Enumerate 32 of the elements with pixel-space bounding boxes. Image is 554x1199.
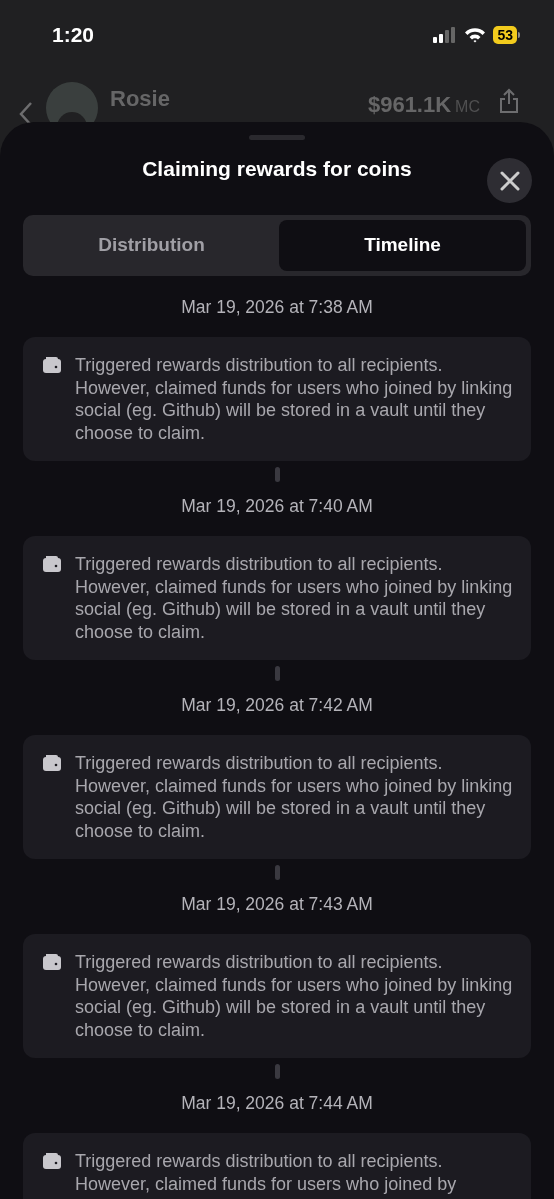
timeline-date: Mar 19, 2026 at 7:44 AM — [181, 1093, 373, 1113]
battery-level: 53 — [493, 26, 517, 44]
sheet-title: Claiming rewards for coins — [142, 156, 412, 183]
share-icon[interactable] — [498, 88, 520, 114]
timeline-connector — [274, 865, 280, 880]
timeline-date: Mar 19, 2026 at 7:42 AM — [181, 695, 373, 715]
tab[interactable]: Timeline — [279, 220, 526, 271]
timeline-message: Triggered rewards distribution to all recipients. However, claimed funds for users who joined by linking social (eg. Github) will be stored in a vault until they choose to claim. — [75, 354, 514, 444]
timeline-date: Mar 19, 2026 at 7:38 AM — [181, 297, 373, 317]
timeline-connector — [274, 666, 280, 681]
wifi-icon — [464, 27, 487, 43]
close-button[interactable] — [487, 158, 532, 203]
timeline-connector — [274, 467, 280, 482]
wallet-icon — [43, 556, 61, 572]
status-time: 1:20 — [52, 22, 95, 49]
timeline-message: Triggered rewards distribution to all recipients. However, claimed funds for users who joined by linking social (eg. Github) will be stored in a vault until they choose to claim. — [75, 553, 514, 643]
wallet-icon — [43, 755, 61, 771]
signal-icon — [433, 27, 458, 43]
coin-name: Rosie — [110, 85, 170, 113]
timeline-connector — [274, 1064, 280, 1079]
drag-handle[interactable] — [249, 135, 305, 140]
timeline-message: Triggered rewards distribution to all recipients. However, claimed funds for users who joined by — [75, 1150, 458, 1195]
tab[interactable]: Distribution — [28, 220, 275, 271]
wallet-icon — [43, 1153, 61, 1169]
wallet-icon — [43, 954, 61, 970]
wallet-icon — [43, 357, 61, 373]
timeline-date: Mar 19, 2026 at 7:40 AM — [181, 496, 373, 516]
market-cap: $961.1K — [367, 91, 452, 119]
timeline-message: Triggered rewards distribution to all recipients. However, claimed funds for users who joined by linking social (eg. Github) will be stored in a vault until they choose to claim. — [75, 951, 514, 1041]
timeline-date: Mar 19, 2026 at 7:43 AM — [181, 894, 373, 914]
timeline-message: Triggered rewards distribution to all recipients. However, claimed funds for users who joined by linking social (eg. Github) will be stored in a vault until they choose to claim. — [75, 752, 514, 842]
close-icon — [499, 170, 520, 191]
